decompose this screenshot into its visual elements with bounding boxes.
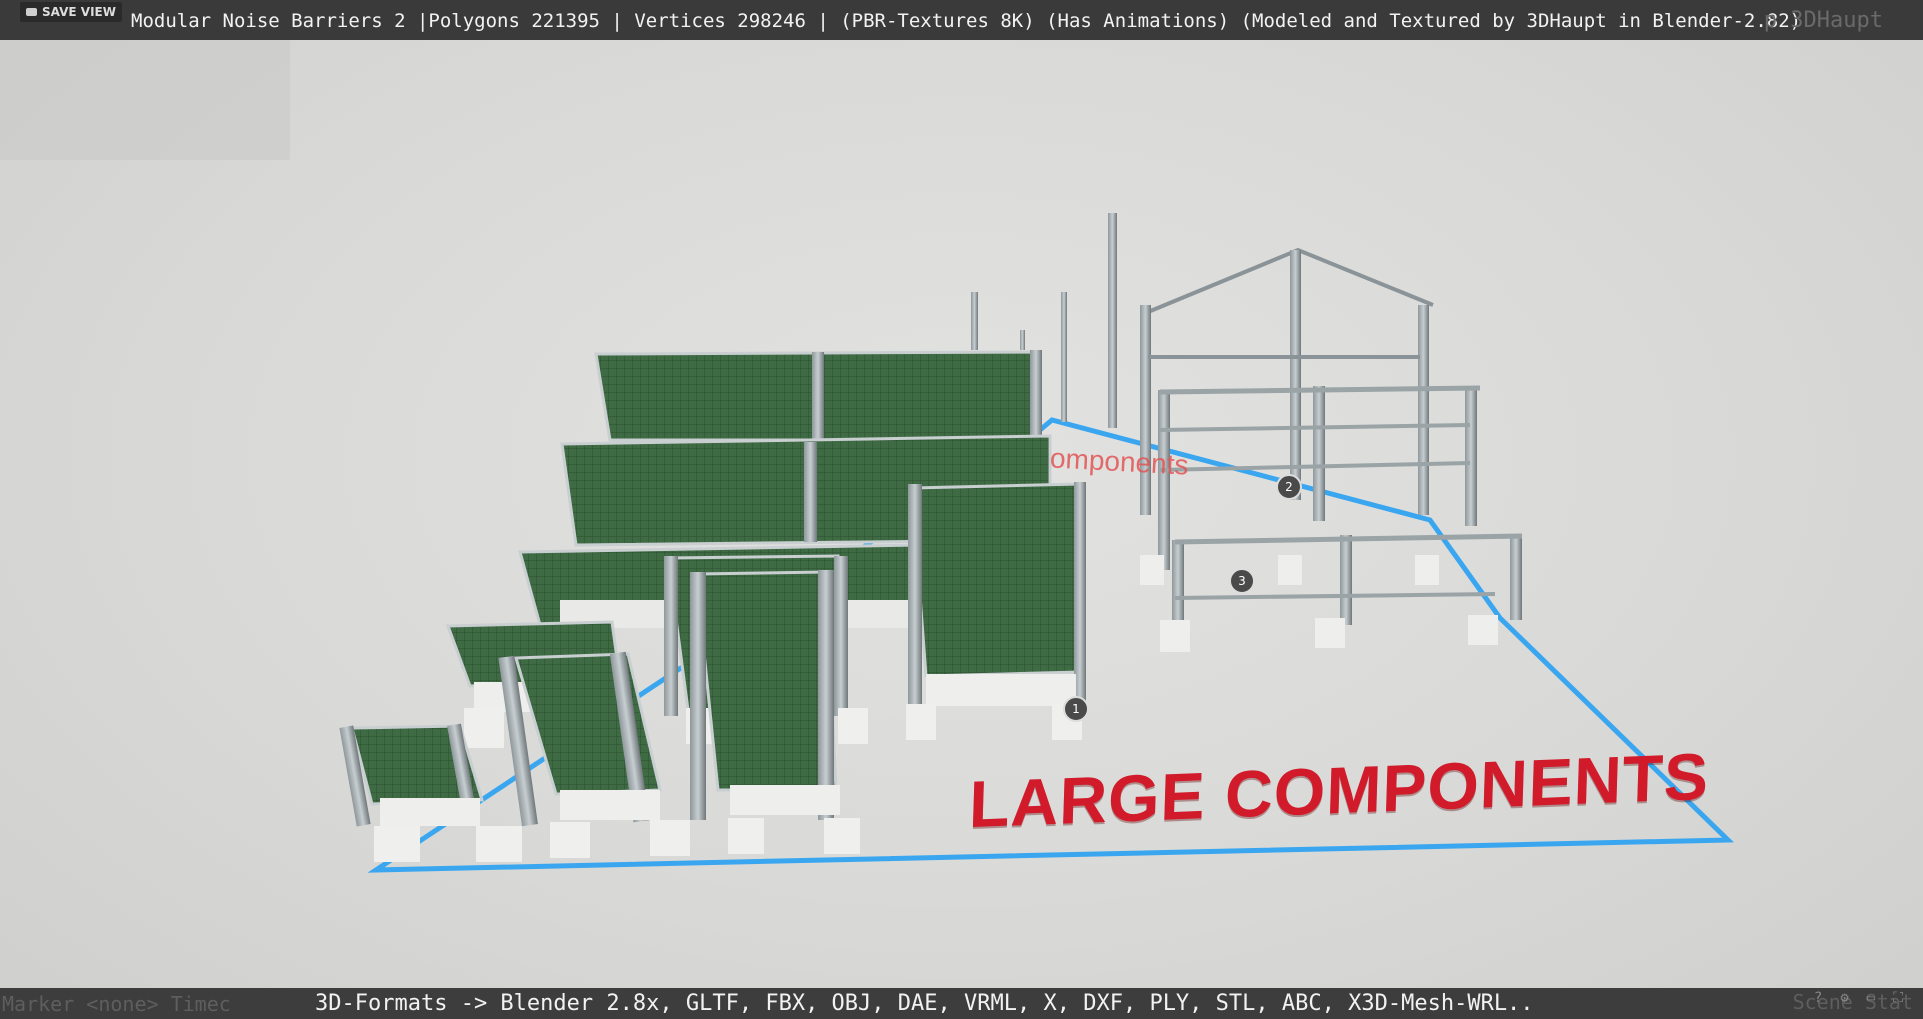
save-view-button[interactable]: SAVE VIEW (20, 2, 122, 22)
barrier-panel (694, 570, 838, 792)
frame-post (1313, 386, 1325, 521)
viewer-controls: ? ⚙ ▭ ⛶ (1814, 990, 1903, 1006)
frame-post (1172, 540, 1184, 630)
frame-post (1418, 305, 1429, 515)
3d-scene[interactable] (0, 40, 1923, 988)
frame-post (1340, 535, 1352, 625)
vr-icon[interactable]: ▭ (1867, 990, 1875, 1006)
save-view-label: SAVE VIEW (42, 5, 116, 19)
post (1061, 292, 1067, 422)
post (1020, 330, 1025, 350)
fullscreen-icon[interactable]: ⛶ (1893, 990, 1903, 1006)
annotation-marker[interactable]: 1 (1063, 696, 1089, 722)
barrier-panel (910, 482, 1082, 678)
frame-post (1510, 535, 1522, 620)
help-icon[interactable]: ? (1814, 990, 1822, 1006)
post (971, 292, 978, 350)
model-viewer[interactable]: omponents LARGE COMPONENTS 1 2 3 SAVE VI… (0, 0, 1923, 1019)
annotation-marker[interactable]: 3 (1229, 568, 1255, 594)
settings-icon[interactable]: ⚙ (1840, 990, 1848, 1006)
formats-caption: 3D-Formats -> Blender 2.8x, GLTF, FBX, O… (315, 991, 1534, 1016)
model-title: Modular Noise Barriers 2 |Polygons 22139… (131, 10, 1802, 32)
ghost-author-text: p 3DHaupt (1763, 8, 1883, 33)
frame-post (1465, 386, 1477, 526)
frame-post (1140, 305, 1151, 515)
annotation-marker[interactable]: 2 (1276, 474, 1302, 500)
ghost-info-overlay (0, 40, 290, 160)
ghost-marker-text: Marker <none> Timec (2, 992, 231, 1016)
camera-icon (26, 8, 37, 16)
frame-post (1290, 250, 1301, 500)
post (1108, 213, 1117, 428)
